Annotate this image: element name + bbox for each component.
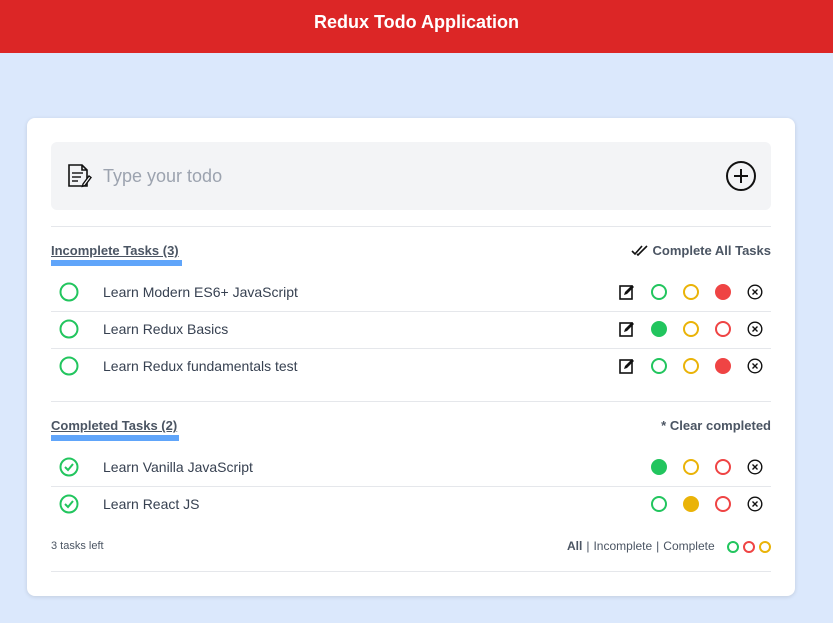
divider [51,226,771,227]
task-text: Learn React JS [103,496,200,512]
filter-separator: | [656,539,660,553]
remove-icon[interactable] [747,321,763,337]
green-color-option[interactable] [651,459,667,475]
red-color-option[interactable] [715,459,731,475]
app-title: Redux Todo Application [314,12,519,32]
completed-section-title: Completed Tasks (2) [51,418,178,433]
task-row: Learn Vanilla JavaScript [51,450,771,487]
task-row: Learn Redux Basics [51,312,771,349]
yellow-color-option[interactable] [683,321,699,337]
double-check-icon [630,244,648,256]
yellow-color-option[interactable] [683,358,699,374]
green-color-option[interactable] [651,321,667,337]
app-header: Redux Todo Application [0,0,833,53]
complete-all-button[interactable]: Complete All Tasks [630,243,771,258]
task-text: Learn Redux Basics [103,321,229,337]
filter-group: All | Incomplete | Complete [567,539,715,553]
red-filter-option[interactable] [743,541,755,553]
incomplete-circle-icon[interactable] [59,356,79,376]
edit-icon[interactable] [619,358,635,374]
incomplete-section-title: Incomplete Tasks (3) [51,243,179,258]
note-icon [68,164,92,188]
remove-icon[interactable] [747,496,763,512]
red-color-option[interactable] [715,358,731,374]
green-color-option[interactable] [651,496,667,512]
task-row: Learn React JS [51,487,771,524]
tasks-left-count: 3 tasks left [51,540,104,552]
completed-section-underline [51,435,179,441]
filter-incomplete[interactable]: Incomplete [593,539,652,553]
remove-icon[interactable] [747,284,763,300]
check-circle-icon[interactable] [59,457,79,477]
edit-icon[interactable] [619,321,635,337]
clear-completed-button[interactable]: * Clear completed [661,418,771,433]
todo-input-box [51,142,771,210]
edit-icon[interactable] [619,284,635,300]
task-row: Learn Redux fundamentals test [51,349,771,386]
divider [51,401,771,402]
task-text: Learn Vanilla JavaScript [103,459,253,475]
yellow-color-option[interactable] [683,496,699,512]
green-color-option[interactable] [651,358,667,374]
remove-icon[interactable] [747,358,763,374]
red-color-option[interactable] [715,284,731,300]
filter-complete[interactable]: Complete [663,539,714,553]
yellow-color-option[interactable] [683,284,699,300]
complete-all-label: Complete All Tasks [652,243,771,258]
task-text: Learn Redux fundamentals test [103,358,298,374]
task-text: Learn Modern ES6+ JavaScript [103,284,298,300]
todo-input[interactable] [103,162,703,190]
incomplete-section-underline [51,260,182,266]
task-row: Learn Modern ES6+ JavaScript [51,275,771,312]
remove-icon[interactable] [747,459,763,475]
filter-separator: | [586,539,590,553]
yellow-filter-option[interactable] [759,541,771,553]
green-color-option[interactable] [651,284,667,300]
yellow-color-option[interactable] [683,459,699,475]
clear-completed-label: * Clear completed [661,418,771,433]
red-color-option[interactable] [715,321,731,337]
red-color-option[interactable] [715,496,731,512]
incomplete-circle-icon[interactable] [59,319,79,339]
divider [51,571,771,572]
green-filter-option[interactable] [727,541,739,553]
check-circle-icon[interactable] [59,494,79,514]
todo-card: Incomplete Tasks (3) Complete All Tasks … [27,118,795,596]
add-todo-icon[interactable] [725,160,757,192]
filter-all[interactable]: All [567,539,582,553]
incomplete-circle-icon[interactable] [59,282,79,302]
